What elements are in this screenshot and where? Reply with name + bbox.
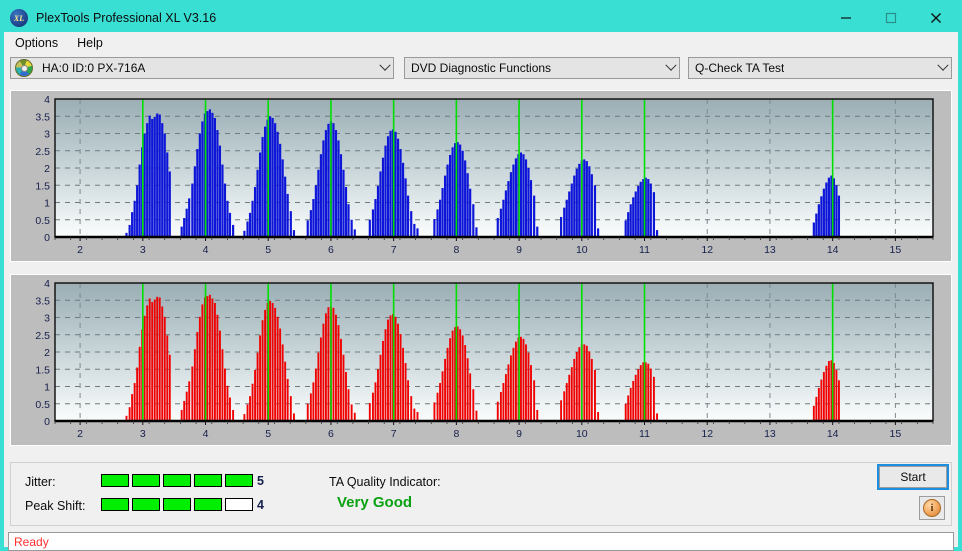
svg-text:1.5: 1.5: [35, 364, 50, 376]
svg-text:1: 1: [44, 198, 50, 210]
chevron-down-icon[interactable]: [934, 58, 951, 78]
title-bar: XL PlexTools Professional XL V3.16: [4, 4, 958, 32]
svg-text:6: 6: [328, 244, 334, 256]
toolbar: HA:0 ID:0 PX-716A DVD Diagnostic Functio…: [4, 54, 958, 85]
jitter-chart-panel: 0 0.5 1 1.5 2 2.5 3 3.5 4 2 3 4 5 6 7 8 9 10 11 12 13 14 15: [10, 90, 952, 262]
meter-segment: [225, 474, 253, 487]
svg-text:2.5: 2.5: [35, 146, 50, 158]
svg-text:8: 8: [453, 244, 459, 256]
svg-text:5: 5: [265, 428, 271, 440]
svg-text:2: 2: [77, 244, 83, 256]
svg-text:2.5: 2.5: [35, 330, 50, 342]
menu-item-help[interactable]: Help: [69, 34, 111, 52]
svg-text:4: 4: [203, 244, 209, 256]
svg-text:13: 13: [764, 428, 776, 440]
meter-segment: [194, 498, 222, 511]
svg-text:7: 7: [391, 244, 397, 256]
jitter-label: Jitter:: [25, 475, 56, 489]
svg-text:2: 2: [44, 163, 50, 175]
meter-segment: [194, 474, 222, 487]
window-controls: [823, 4, 958, 32]
info-button[interactable]: i: [919, 496, 945, 520]
drive-select-value: HA:0 ID:0 PX-716A: [42, 61, 146, 75]
svg-text:4: 4: [44, 278, 50, 290]
svg-text:3.5: 3.5: [35, 295, 50, 307]
svg-text:7: 7: [391, 428, 397, 440]
peak-shift-label: Peak Shift:: [25, 499, 86, 513]
drive-select[interactable]: HA:0 ID:0 PX-716A: [10, 57, 394, 79]
meter-segment: [132, 474, 160, 487]
svg-text:10: 10: [576, 428, 588, 440]
svg-text:14: 14: [827, 428, 839, 440]
svg-text:10: 10: [576, 244, 588, 256]
svg-text:4: 4: [203, 428, 209, 440]
close-icon[interactable]: [913, 4, 958, 32]
minimize-icon[interactable]: [823, 4, 868, 32]
peak-shift-chart: 0 0.5 1 1.5 2 2.5 3 3.5 4 2 3 4 5 6 7 8 9 10 11 12 13 14 15: [11, 275, 951, 445]
svg-text:8: 8: [453, 428, 459, 440]
svg-text:15: 15: [890, 428, 902, 440]
status-text: Ready: [14, 534, 49, 549]
test-select-value: Q-Check TA Test: [695, 61, 785, 75]
meter-segment: [132, 498, 160, 511]
chevron-down-icon[interactable]: [662, 58, 679, 78]
peak-shift-value: 4: [257, 498, 264, 512]
svg-text:0.5: 0.5: [35, 215, 50, 227]
svg-text:12: 12: [701, 244, 713, 256]
svg-text:11: 11: [639, 428, 650, 440]
svg-text:3: 3: [44, 313, 50, 325]
maximize-icon[interactable]: [868, 4, 913, 32]
svg-text:12: 12: [701, 428, 713, 440]
meter-segment: [101, 474, 129, 487]
svg-text:3: 3: [140, 244, 146, 256]
jitter-meter: [101, 474, 253, 487]
chevron-down-icon[interactable]: [376, 58, 393, 78]
svg-text:0: 0: [44, 232, 50, 244]
svg-text:9: 9: [516, 428, 522, 440]
svg-text:4: 4: [44, 94, 50, 106]
svg-text:13: 13: [764, 244, 776, 256]
svg-text:3: 3: [44, 129, 50, 141]
svg-text:1.5: 1.5: [35, 180, 50, 192]
svg-text:2: 2: [77, 428, 83, 440]
menu-item-options[interactable]: Options: [7, 34, 66, 52]
svg-text:3: 3: [140, 428, 146, 440]
function-select-value: DVD Diagnostic Functions: [411, 61, 552, 75]
svg-text:2: 2: [44, 347, 50, 359]
app-icon: XL: [10, 9, 28, 27]
svg-text:11: 11: [639, 244, 650, 256]
peak-shift-meter: [101, 498, 253, 511]
function-select[interactable]: DVD Diagnostic Functions: [404, 57, 680, 79]
peak-shift-chart-panel: 0 0.5 1 1.5 2 2.5 3 3.5 4 2 3 4 5 6 7 8 9 10 11 12 13 14 15: [10, 274, 952, 446]
meter-segment: [163, 498, 191, 511]
disc-icon: [15, 59, 33, 77]
ta-quality-label: TA Quality Indicator:: [329, 475, 441, 489]
meter-segment: [225, 498, 253, 511]
results-panel: Jitter: 5 Peak Shift: 4 TA Quality Indic…: [10, 462, 952, 526]
start-button[interactable]: Start: [877, 464, 949, 490]
svg-text:0.5: 0.5: [35, 399, 50, 411]
status-bar: Ready: [8, 532, 954, 551]
svg-text:14: 14: [827, 244, 839, 256]
svg-text:6: 6: [328, 428, 334, 440]
svg-text:3.5: 3.5: [35, 111, 50, 123]
svg-text:0: 0: [44, 416, 50, 428]
jitter-value: 5: [257, 474, 264, 488]
meter-segment: [163, 474, 191, 487]
jitter-chart: 0 0.5 1 1.5 2 2.5 3 3.5 4 2 3 4 5 6 7 8 9 10 11 12 13 14 15: [11, 91, 951, 261]
svg-text:15: 15: [890, 244, 902, 256]
application-window: XL PlexTools Professional XL V3.16 Optio…: [0, 0, 962, 551]
svg-text:5: 5: [265, 244, 271, 256]
test-select[interactable]: Q-Check TA Test: [688, 57, 952, 79]
info-icon: i: [923, 499, 941, 517]
window-title: PlexTools Professional XL V3.16: [36, 11, 217, 25]
menu-bar: Options Help: [4, 32, 958, 54]
svg-text:1: 1: [44, 382, 50, 394]
svg-text:9: 9: [516, 244, 522, 256]
meter-segment: [101, 498, 129, 511]
ta-quality-value: Very Good: [337, 494, 413, 511]
